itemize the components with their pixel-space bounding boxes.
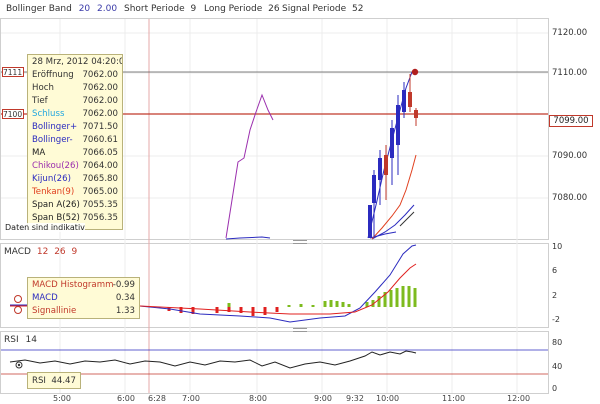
macd-marker-lower bbox=[14, 306, 22, 314]
tooltip-date: 28 Mrz, 2012 04:20:00 bbox=[32, 57, 123, 67]
rsi-period[interactable]: 14 bbox=[26, 335, 37, 345]
macd-histogram bbox=[167, 286, 417, 316]
high-marker bbox=[411, 68, 419, 76]
rsi-axis-label: 80 bbox=[552, 338, 563, 347]
tooltip-row-label: Eröffnung bbox=[32, 70, 74, 80]
high-level-tag: 7111 bbox=[2, 67, 24, 77]
tooltip-row-label: Tief bbox=[32, 96, 48, 106]
time-axis-label: 9:32 bbox=[346, 394, 364, 403]
time-axis-label: 5:00 bbox=[53, 394, 71, 403]
macd-axis-label: 10 bbox=[552, 242, 563, 251]
tooltip-row-value: 7062.00 bbox=[82, 109, 118, 119]
signal-line-value: 1.33 bbox=[115, 306, 135, 316]
tooltip-row-value: 7065.80 bbox=[82, 174, 118, 184]
tooltip-row-value: 7055.35 bbox=[82, 200, 118, 210]
ma-line bbox=[399, 211, 415, 227]
macd-line-label: MACD bbox=[32, 293, 58, 303]
time-axis-label: 8:00 bbox=[249, 394, 267, 403]
tooltip-row-label: Schluss bbox=[32, 109, 65, 119]
macd-hist-label: MACD Histogramm bbox=[32, 280, 114, 290]
tooltip-row-label: Hoch bbox=[32, 83, 54, 93]
tooltip-row-value: 7065.00 bbox=[82, 187, 118, 197]
indicative-note: Daten sind indikativ bbox=[5, 223, 85, 232]
tooltip-row: Span A(26) 7055.35 bbox=[32, 200, 120, 213]
ohlc-tooltip: 28 Mrz, 2012 04:20:00 Eröffnung 7062.00 Ho… bbox=[27, 54, 123, 230]
rsi-axis-label: 40 bbox=[552, 362, 563, 371]
tooltip-row-value: 7060.61 bbox=[82, 135, 118, 145]
chikou-line bbox=[225, 93, 274, 239]
macd-hist-value: -0.99 bbox=[112, 280, 135, 290]
rsi-tooltip-value: 44.47 bbox=[51, 376, 76, 386]
tooltip-row-value: 7064.00 bbox=[82, 161, 118, 171]
time-axis-label: 11:00 bbox=[442, 394, 466, 403]
tooltip-row-label: Span B(52) bbox=[32, 213, 80, 223]
tooltip-row-label: Bollinger+ bbox=[32, 122, 78, 132]
macd-axis-label: 2 bbox=[552, 291, 558, 300]
tooltip-row-label: Tenkan(9) bbox=[32, 187, 75, 197]
rsi-line bbox=[9, 350, 417, 369]
rsi-title: RSI bbox=[4, 335, 19, 345]
tooltip-row-label: MA bbox=[32, 148, 46, 158]
current-level-tag: 7100 bbox=[2, 109, 24, 119]
price-axis-label: 7090.00 bbox=[552, 151, 588, 161]
kijun-line bbox=[225, 236, 271, 240]
signal-line-label: Signallinie bbox=[32, 306, 77, 316]
price-axis-label: 7110.00 bbox=[552, 68, 588, 78]
macd-line-value: 0.34 bbox=[115, 293, 135, 303]
time-axis-label: 10:00 bbox=[376, 394, 400, 403]
macd-param-signal[interactable]: 9 bbox=[72, 247, 78, 257]
tooltip-row: Tief 7062.00 bbox=[32, 96, 120, 109]
price-panel-resize-handle[interactable] bbox=[293, 240, 307, 244]
time-axis-label: 12:00 bbox=[507, 394, 531, 403]
rsi-header[interactable]: RSI 14 bbox=[4, 335, 37, 345]
macd-marker-upper bbox=[14, 295, 22, 303]
time-axis-label: 9:00 bbox=[314, 394, 332, 403]
rsi-axis-label: 0 bbox=[552, 384, 558, 393]
tooltip-row: Hoch 7062.00 bbox=[32, 83, 120, 96]
macd-title: MACD bbox=[4, 247, 31, 257]
macd-panel-resize-handle[interactable] bbox=[293, 328, 307, 332]
tooltip-row-label: Span A(26) bbox=[32, 200, 80, 210]
rsi-tooltip-label: RSI bbox=[32, 376, 46, 386]
tooltip-row-label: Bollinger- bbox=[32, 135, 73, 145]
tooltip-row: Eröffnung 7062.00 bbox=[32, 70, 120, 83]
tooltip-row: Bollinger+ 7071.50 bbox=[32, 122, 120, 135]
tooltip-row-value: 7062.00 bbox=[82, 83, 118, 93]
macd-param-fast[interactable]: 12 bbox=[37, 247, 48, 257]
macd-axis-label: 6 bbox=[552, 266, 558, 275]
tooltip-row-value: 7062.00 bbox=[82, 70, 118, 80]
bollinger-lower bbox=[371, 204, 415, 240]
tooltip-row-value: 7062.00 bbox=[82, 96, 118, 106]
current-price-box: 7099.00 bbox=[549, 115, 593, 127]
time-axis-label: 6:28 bbox=[148, 394, 166, 403]
macd-tooltip: MACD Histogramm -0.99 MACD 0.34 Signalli… bbox=[27, 277, 140, 319]
macd-axis-label: -2 bbox=[552, 315, 560, 324]
tooltip-row: MA 7066.05 bbox=[32, 148, 120, 161]
rsi-tooltip: RSI 44.47 bbox=[27, 372, 81, 389]
macd-param-slow[interactable]: 26 bbox=[54, 247, 65, 257]
tooltip-row: Chikou(26) 7064.00 bbox=[32, 161, 120, 174]
tooltip-row-value: 7056.35 bbox=[82, 213, 118, 223]
tooltip-row: Schluss 7062.00 bbox=[32, 109, 120, 122]
tooltip-row: Tenkan(9) 7065.00 bbox=[32, 187, 120, 200]
macd-header[interactable]: MACD 12 26 9 bbox=[4, 247, 77, 257]
time-gridlines bbox=[59, 19, 518, 393]
tooltip-row-value: 7066.05 bbox=[82, 148, 118, 158]
time-axis-label: 6:00 bbox=[117, 394, 135, 403]
tooltip-row: Bollinger- 7060.61 bbox=[32, 135, 120, 148]
tooltip-row-value: 7071.50 bbox=[82, 122, 118, 132]
time-axis-label: 7:00 bbox=[182, 394, 200, 403]
tooltip-row-label: Kijun(26) bbox=[32, 174, 71, 184]
price-axis-label: 7120.00 bbox=[552, 28, 588, 38]
price-axis-label: 7080.00 bbox=[552, 193, 588, 203]
tooltip-row: Kijun(26) 7065.80 bbox=[32, 174, 120, 187]
tooltip-row-label: Chikou(26) bbox=[32, 161, 79, 171]
